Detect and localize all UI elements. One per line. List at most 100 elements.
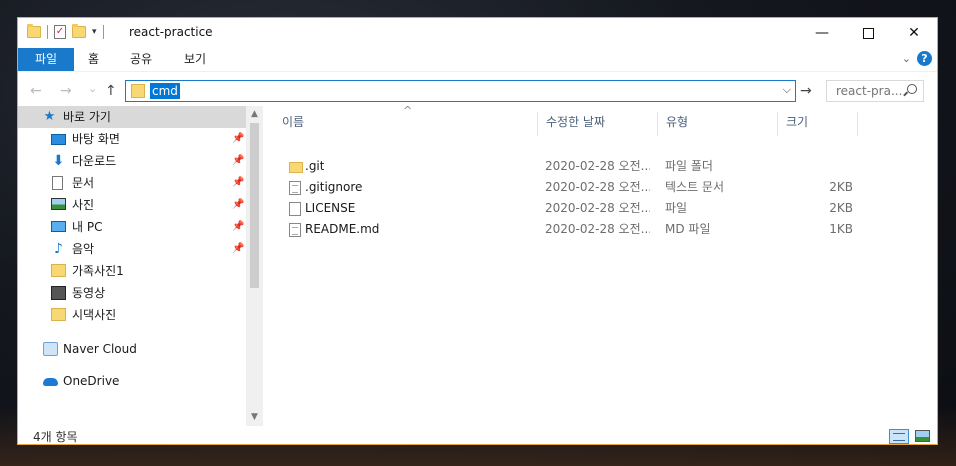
sidebar-item-label: Naver Cloud [63, 342, 137, 356]
search-box[interactable] [826, 80, 924, 102]
sidebar-item-label: 음악 [72, 242, 95, 256]
divider [47, 25, 48, 39]
sidebar-item-music[interactable]: ♪ 음악 📌 [18, 238, 246, 260]
file-modified: 2020-02-28 오전... [545, 222, 650, 236]
column-header-modified[interactable]: 수정한 날짜 [538, 112, 658, 136]
sidebar-item-onedrive[interactable]: OneDrive [18, 370, 246, 392]
table-row[interactable]: LICENSE 2020-02-28 오전... 파일 2KB [273, 198, 913, 219]
ribbon-tabs: 파일 홈 공유 보기 ⌄ ? [18, 48, 937, 72]
file-size: 1KB [829, 222, 853, 236]
sidebar-item-label: 시댁사진 [72, 308, 117, 322]
file-name: .git [305, 159, 325, 173]
pin-icon: 📌 [232, 221, 245, 232]
sidebar-item-label: 사진 [72, 198, 95, 212]
column-header-type[interactable]: 유형 [658, 112, 778, 136]
tab-file[interactable]: 파일 [18, 48, 74, 71]
sidebar-item-label: 가족사진1 [72, 264, 124, 278]
text-file-icon [289, 223, 301, 237]
navigation-pane: ★ 바로 가기 바탕 화면 📌 ⬇ 다운로드 📌 문서 📌 사진 📌 내 PC … [18, 106, 246, 426]
new-folder-icon[interactable] [72, 24, 86, 38]
pin-icon: 📌 [232, 155, 245, 166]
sidebar-item-this-pc[interactable]: 내 PC 📌 [18, 216, 246, 238]
scroll-thumb[interactable] [250, 123, 259, 288]
sidebar-item-naver-cloud[interactable]: Naver Cloud [18, 338, 246, 360]
pin-icon: 📌 [232, 243, 245, 254]
tab-share[interactable]: 공유 [130, 48, 152, 71]
sidebar-item-pictures[interactable]: 사진 📌 [18, 194, 246, 216]
folder-icon [27, 24, 41, 38]
sidebar-item-family-photos[interactable]: 가족사진1 [18, 260, 246, 282]
desktop-icon [51, 134, 66, 145]
sidebar-item-inlaw-photos[interactable]: 시댁사진 [18, 304, 246, 326]
scroll-down-arrow-icon[interactable]: ▼ [246, 409, 263, 426]
file-modified: 2020-02-28 오전... [545, 201, 650, 215]
text-file-icon [289, 181, 301, 195]
naver-cloud-icon [43, 342, 58, 356]
sidebar-scrollbar[interactable]: ▲ ▼ [246, 106, 263, 426]
table-row[interactable]: README.md 2020-02-28 오전... MD 파일 1KB [273, 219, 913, 240]
window-title: react-practice [129, 25, 213, 39]
up-button[interactable]: ↑ [105, 83, 117, 99]
pc-icon [51, 221, 66, 232]
file-name: .gitignore [305, 180, 363, 194]
go-button[interactable]: → [800, 83, 812, 99]
large-icons-view-icon[interactable] [915, 430, 930, 442]
file-modified: 2020-02-28 오전... [545, 159, 650, 173]
address-input-value[interactable]: cmd [150, 83, 180, 99]
sidebar-item-desktop[interactable]: 바탕 화면 📌 [18, 128, 246, 150]
sidebar-item-downloads[interactable]: ⬇ 다운로드 📌 [18, 150, 246, 172]
file-size: 2KB [829, 180, 853, 194]
address-dropdown-button[interactable]: ⌵ [783, 83, 791, 97]
folder-icon [131, 84, 145, 98]
sidebar-item-label: 바탕 화면 [72, 132, 120, 146]
address-bar[interactable]: cmd ⌵ [125, 80, 796, 102]
divider [102, 25, 104, 39]
sidebar-item-label: 다운로드 [72, 154, 117, 168]
table-row[interactable]: .git 2020-02-28 오전... 파일 폴더 [273, 156, 913, 177]
back-button[interactable]: ← [30, 83, 42, 99]
video-icon [51, 286, 66, 300]
search-icon[interactable] [907, 84, 917, 94]
title-bar: ✓ ▾ react-practice — ✕ [18, 18, 937, 48]
file-name: README.md [305, 222, 380, 236]
status-bar: 4개 항목 [18, 426, 937, 444]
pictures-icon [51, 198, 66, 210]
item-count: 4개 항목 [33, 430, 78, 444]
folder-icon [51, 264, 66, 277]
tab-home[interactable]: 홈 [88, 48, 99, 71]
file-type: MD 파일 [665, 222, 711, 236]
sidebar-item-label: 문서 [72, 176, 95, 190]
pin-icon: 📌 [232, 133, 245, 144]
help-icon[interactable]: ? [917, 51, 932, 66]
pin-icon: 📌 [232, 199, 245, 210]
file-type: 파일 폴더 [665, 159, 713, 173]
folder-icon [289, 162, 303, 173]
file-name: LICENSE [305, 201, 356, 215]
recent-locations-button[interactable]: ⌄ [88, 82, 97, 95]
column-header-name[interactable]: 이름 [274, 112, 538, 136]
details-view-icon[interactable] [889, 429, 909, 444]
download-icon: ⬇ [52, 153, 65, 169]
column-header-size[interactable]: 크기 [778, 112, 858, 136]
pin-icon: 📌 [232, 177, 245, 188]
customize-toolbar-icon[interactable]: ▾ [92, 27, 97, 37]
file-list: ^ 이름 수정한 날짜 유형 크기 .git 2020-02-28 오전... … [273, 104, 937, 426]
close-button[interactable]: ✕ [891, 18, 937, 48]
file-icon [289, 202, 301, 216]
file-size: 2KB [829, 201, 853, 215]
star-icon: ★ [43, 109, 56, 124]
forward-button[interactable]: → [60, 83, 72, 99]
sidebar-item-documents[interactable]: 문서 📌 [18, 172, 246, 194]
properties-icon[interactable]: ✓ [54, 25, 66, 39]
sidebar-item-videos[interactable]: 동영상 [18, 282, 246, 304]
scroll-up-arrow-icon[interactable]: ▲ [246, 106, 263, 123]
minimize-button[interactable]: — [799, 18, 845, 48]
search-input[interactable] [827, 81, 903, 101]
tab-view[interactable]: 보기 [184, 48, 206, 71]
sidebar-item-label: 내 PC [72, 220, 103, 234]
maximize-icon [862, 27, 874, 39]
maximize-button[interactable] [845, 18, 891, 48]
expand-ribbon-chevron-icon[interactable]: ⌄ [902, 52, 911, 65]
sidebar-item-quick-access[interactable]: ★ 바로 가기 [18, 106, 246, 128]
table-row[interactable]: .gitignore 2020-02-28 오전... 텍스트 문서 2KB [273, 177, 913, 198]
